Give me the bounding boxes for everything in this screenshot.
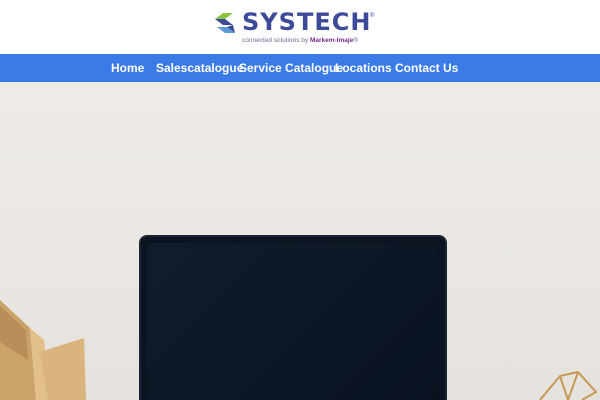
tagline-prefix: connected solutions by (242, 37, 310, 44)
main-nav: Home Salescatalogue Service Catalogue Lo… (0, 54, 600, 82)
tagline-brand: Markem-Imaje (309, 37, 354, 44)
logo-wordmark: SYSTECH (242, 8, 372, 36)
laptop-screen (147, 243, 439, 400)
nav-salescatalogue[interactable]: Salescatalogue (156, 54, 243, 82)
nav-contact-us[interactable]: Contact Us (395, 54, 458, 82)
hero-banner-image (0, 82, 600, 400)
wire-ornament-image (539, 370, 598, 400)
systech-logo-icon (215, 13, 235, 33)
laptop-image (139, 235, 447, 400)
gold-ornament-image (0, 300, 86, 400)
logo-tagline: connected solutions by Markem-Imaje® (242, 37, 358, 44)
systech-logo[interactable]: SYSTECH ® connected solutions by Markem-… (211, 8, 391, 49)
site-header: SYSTECH ® connected solutions by Markem-… (0, 0, 600, 54)
nav-locations[interactable]: Locations (335, 54, 392, 82)
nav-home[interactable]: Home (111, 54, 144, 82)
logo-registered-mark: ® (370, 13, 375, 19)
nav-service-catalogue[interactable]: Service Catalogue (239, 54, 343, 82)
tagline-suffix: ® (353, 37, 359, 44)
